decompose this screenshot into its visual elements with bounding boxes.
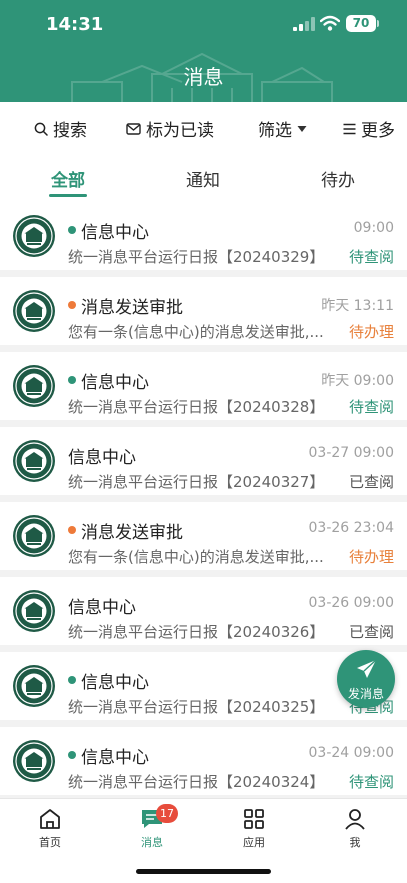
- nav-me-label: 我: [349, 836, 361, 849]
- nav-home-label: 首页: [39, 836, 61, 849]
- mark-read-label: 标为已读: [146, 121, 214, 141]
- more-label: 更多: [361, 121, 395, 141]
- message-sender: 信息中心: [81, 673, 149, 693]
- home-indicator: [136, 869, 271, 874]
- filter-dropdown[interactable]: 筛选: [258, 116, 307, 141]
- active-tab-indicator: [49, 194, 87, 197]
- message-time: 03-26 23:04: [308, 520, 394, 536]
- sender-avatar: [12, 664, 56, 708]
- message-summary: 您有一条(信息中心)的消息发送审批,...: [68, 323, 324, 341]
- apps-grid-icon: [244, 809, 264, 829]
- message-sender: 信息中心: [81, 223, 149, 243]
- nav-messages[interactable]: 17 消息: [122, 804, 182, 850]
- sender-avatar: [12, 589, 56, 633]
- sender-avatar: [12, 289, 56, 333]
- cellular-signal-icon: [293, 17, 315, 31]
- wifi-icon: [320, 15, 340, 31]
- message-time: 03-27 09:00: [308, 445, 394, 461]
- message-item[interactable]: 信息中心 03-24 09:00 统一消息平台运行日报【20240324】 待查阅: [0, 727, 407, 795]
- message-status: 已查阅: [348, 623, 394, 641]
- status-bar: 14:31 70: [0, 0, 407, 50]
- caret-down-icon: [297, 125, 307, 132]
- message-summary: 统一消息平台运行日报【20240325】: [68, 698, 325, 716]
- sender-avatar: [12, 514, 56, 558]
- message-sender: 信息中心: [68, 448, 136, 468]
- nav-messages-label: 消息: [141, 836, 163, 849]
- status-time: 14:31: [46, 14, 104, 35]
- message-status: 已查阅: [348, 473, 394, 491]
- send-message-label: 发消息: [347, 687, 384, 701]
- message-sender: 信息中心: [68, 598, 136, 618]
- sender-avatar: [12, 214, 56, 258]
- unread-dot: [68, 751, 76, 759]
- message-time: 03-26 09:00: [308, 595, 394, 611]
- message-tabs: 全部 通知 待办: [0, 154, 407, 202]
- message-item[interactable]: 信息中心 03-27 09:00 统一消息平台运行日报【20240327】 已查阅: [0, 427, 407, 495]
- mark-read-button[interactable]: 标为已读: [126, 116, 214, 141]
- message-sender: 信息中心: [81, 748, 149, 768]
- user-icon: [345, 809, 365, 830]
- nav-home[interactable]: 首页: [20, 807, 80, 850]
- sender-avatar: [12, 439, 56, 483]
- nav-me[interactable]: 我: [325, 807, 385, 850]
- tab-notifications[interactable]: 通知: [186, 166, 220, 191]
- envelope-icon: [126, 123, 141, 135]
- nav-apps[interactable]: 应用: [224, 807, 284, 850]
- message-summary: 统一消息平台运行日报【20240324】: [68, 773, 325, 791]
- search-icon: [34, 122, 48, 136]
- sender-avatar: [12, 739, 56, 783]
- message-summary: 统一消息平台运行日报【20240326】: [68, 623, 325, 641]
- message-time: 昨天 13:11: [321, 298, 394, 314]
- search-button[interactable]: 搜索: [34, 116, 87, 141]
- tab-all[interactable]: 全部: [51, 166, 85, 191]
- menu-lines-icon: [343, 123, 356, 134]
- page-title: 消息: [183, 65, 224, 89]
- battery-tip: [377, 20, 379, 27]
- message-status: 待办理: [348, 548, 394, 566]
- message-item[interactable]: 消息发送审批 03-26 23:04 您有一条(信息中心)的消息发送审批,... 待办…: [0, 502, 407, 570]
- paper-plane-icon: [357, 659, 377, 678]
- message-item[interactable]: 信息中心 09:00 统一消息平台运行日报【20240329】 待查阅: [0, 202, 407, 270]
- message-summary: 统一消息平台运行日报【20240327】: [68, 473, 325, 491]
- battery-indicator: 70: [346, 15, 376, 32]
- message-time: 昨天 09:00: [321, 373, 394, 389]
- header: 14:31 70 消息: [0, 0, 407, 102]
- message-status: 待查阅: [348, 398, 394, 416]
- message-sender: 消息发送审批: [81, 298, 183, 318]
- message-list: 信息中心 09:00 统一消息平台运行日报【20240329】 待查阅 消息发送审批 昨天…: [0, 202, 407, 798]
- tab-todo[interactable]: 待办: [321, 166, 355, 191]
- unread-badge: 17: [156, 804, 178, 823]
- unread-dot: [68, 301, 76, 309]
- message-sender: 消息发送审批: [81, 523, 183, 543]
- unread-dot: [68, 226, 76, 234]
- unread-dot: [68, 676, 76, 684]
- home-icon: [40, 809, 60, 829]
- message-time: 03-24 09:00: [308, 745, 394, 761]
- sender-avatar: [12, 364, 56, 408]
- message-summary: 您有一条(信息中心)的消息发送审批,...: [68, 548, 324, 566]
- message-summary: 统一消息平台运行日报【20240328】: [68, 398, 325, 416]
- send-message-button[interactable]: 发消息: [337, 650, 395, 708]
- nav-apps-label: 应用: [243, 836, 265, 849]
- message-status: 待办理: [348, 323, 394, 341]
- action-bar: 搜索 标为已读 筛选 更多: [0, 102, 407, 154]
- filter-label: 筛选: [258, 121, 292, 141]
- unread-dot: [68, 526, 76, 534]
- message-summary: 统一消息平台运行日报【20240329】: [68, 248, 325, 266]
- message-time: 09:00: [353, 220, 394, 236]
- more-button[interactable]: 更多: [343, 116, 395, 141]
- message-status: 待查阅: [348, 773, 394, 791]
- message-item[interactable]: 信息中心 03-26 09:00 统一消息平台运行日报【20240326】 已查阅: [0, 577, 407, 645]
- message-sender: 信息中心: [81, 373, 149, 393]
- message-item[interactable]: 信息中心 昨天 09:00 统一消息平台运行日报【20240328】 待查阅: [0, 352, 407, 420]
- message-item[interactable]: 消息发送审批 昨天 13:11 您有一条(信息中心)的消息发送审批,... 待办理: [0, 277, 407, 345]
- search-label: 搜索: [53, 121, 87, 141]
- message-status: 待查阅: [348, 248, 394, 266]
- unread-dot: [68, 376, 76, 384]
